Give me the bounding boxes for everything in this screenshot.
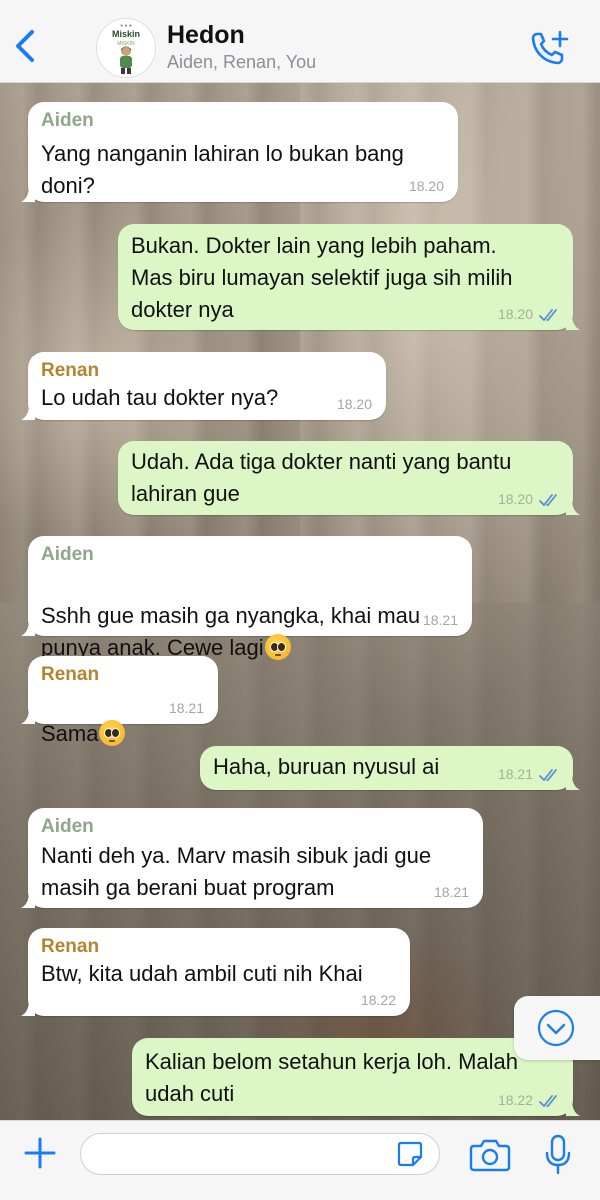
- message-incoming[interactable]: Aiden Sshh gue masih ga nyangka, khai ma…: [21, 536, 472, 660]
- double-check-icon: [539, 309, 557, 322]
- message-time: 18.21: [168, 700, 204, 716]
- group-avatar[interactable]: ● ● ● Miskin MISKIN: [96, 18, 156, 78]
- message-incoming[interactable]: Aiden Yang nanganin lahiran lo bukan ban…: [21, 102, 458, 202]
- message-text-wrap: Sama: [41, 686, 205, 750]
- avatar-figure-icon: [120, 46, 132, 74]
- message-time: 18.21: [497, 766, 533, 782]
- double-check-icon: [539, 494, 557, 507]
- camera-button[interactable]: [468, 1137, 512, 1173]
- chevron-left-icon: [16, 30, 34, 62]
- message-sender: Renan: [41, 664, 100, 685]
- message-incoming[interactable]: Renan Btw, kita udah ambil cuti nih Khai…: [21, 928, 410, 1016]
- message-input[interactable]: [80, 1133, 440, 1175]
- message-sender: Aiden: [41, 544, 94, 565]
- phone-plus-icon: [531, 30, 569, 65]
- message-time: 18.21: [433, 884, 469, 900]
- message-time: 18.20: [336, 396, 372, 412]
- chat-screen: ● ● ● Miskin MISKIN Hedon Aiden, Renan, …: [0, 0, 600, 1200]
- message-text: Yang nanganin lahiran lo bukan bang doni…: [41, 141, 404, 198]
- message-time: 18.20: [497, 491, 533, 507]
- message-sender: Aiden: [41, 816, 94, 837]
- message-text-wrap: Sshh gue masih ga nyangka, khai mau puny…: [41, 568, 459, 664]
- scroll-to-bottom-button[interactable]: [514, 996, 600, 1060]
- message-text: Bukan. Dokter lain yang lebih paham. Mas…: [131, 233, 513, 322]
- message-text: Btw, kita udah ambil cuti nih Khai: [41, 961, 363, 986]
- message-time: 18.22: [360, 992, 396, 1008]
- double-check-icon: [539, 769, 557, 782]
- avatar-text: Miskin: [111, 29, 140, 39]
- pleading-face-icon: [99, 720, 126, 746]
- message-sender: Renan: [41, 360, 100, 381]
- double-check-icon: [539, 1095, 557, 1108]
- chat-title[interactable]: Hedon: [167, 21, 245, 50]
- message-time: 18.22: [497, 1092, 533, 1108]
- microphone-button[interactable]: [542, 1133, 574, 1177]
- call-button[interactable]: [528, 28, 572, 68]
- message-incoming[interactable]: Renan Sama 18.21: [21, 656, 218, 746]
- message-input-bar: [0, 1120, 600, 1200]
- sticker-icon: [397, 1141, 423, 1167]
- attach-button[interactable]: [20, 1133, 60, 1173]
- plus-icon: [24, 1137, 56, 1169]
- message-text: Nanti deh ya. Marv masih sibuk jadi gue …: [41, 843, 432, 900]
- message-outgoing[interactable]: Udah. Ada tiga dokter nanti yang bantu l…: [118, 441, 580, 515]
- message-outgoing[interactable]: Haha, buruan nyusul ai 18.21: [200, 746, 580, 790]
- pleading-face-icon: [264, 634, 291, 660]
- chat-participants[interactable]: Aiden, Renan, You: [167, 52, 316, 73]
- message-time: 18.21: [422, 612, 458, 628]
- chevron-down-circle-icon: [537, 1009, 575, 1047]
- message-outgoing[interactable]: Bukan. Dokter lain yang lebih paham. Mas…: [118, 224, 580, 330]
- camera-icon: [469, 1139, 511, 1172]
- sticker-button[interactable]: [396, 1140, 424, 1168]
- message-outgoing[interactable]: Kalian belom setahun kerja loh. Malah ud…: [132, 1038, 580, 1116]
- message-text: Lo udah tau dokter nya?: [41, 385, 279, 410]
- message-time: 18.20: [497, 306, 533, 322]
- message-text: Sshh gue masih ga nyangka, khai mau puny…: [41, 603, 421, 660]
- message-incoming[interactable]: Renan Lo udah tau dokter nya? 18.20: [21, 352, 386, 420]
- microphone-icon: [545, 1134, 571, 1175]
- message-time: 18.20: [408, 178, 444, 194]
- message-text: Udah. Ada tiga dokter nanti yang bantu l…: [131, 449, 512, 506]
- message-sender: Renan: [41, 936, 100, 957]
- back-button[interactable]: [8, 26, 42, 66]
- message-text: Sama: [41, 721, 99, 746]
- chat-header: ● ● ● Miskin MISKIN Hedon Aiden, Renan, …: [0, 0, 600, 83]
- message-incoming[interactable]: Aiden Nanti deh ya. Marv masih sibuk jad…: [21, 808, 483, 908]
- message-sender: Aiden: [41, 110, 94, 131]
